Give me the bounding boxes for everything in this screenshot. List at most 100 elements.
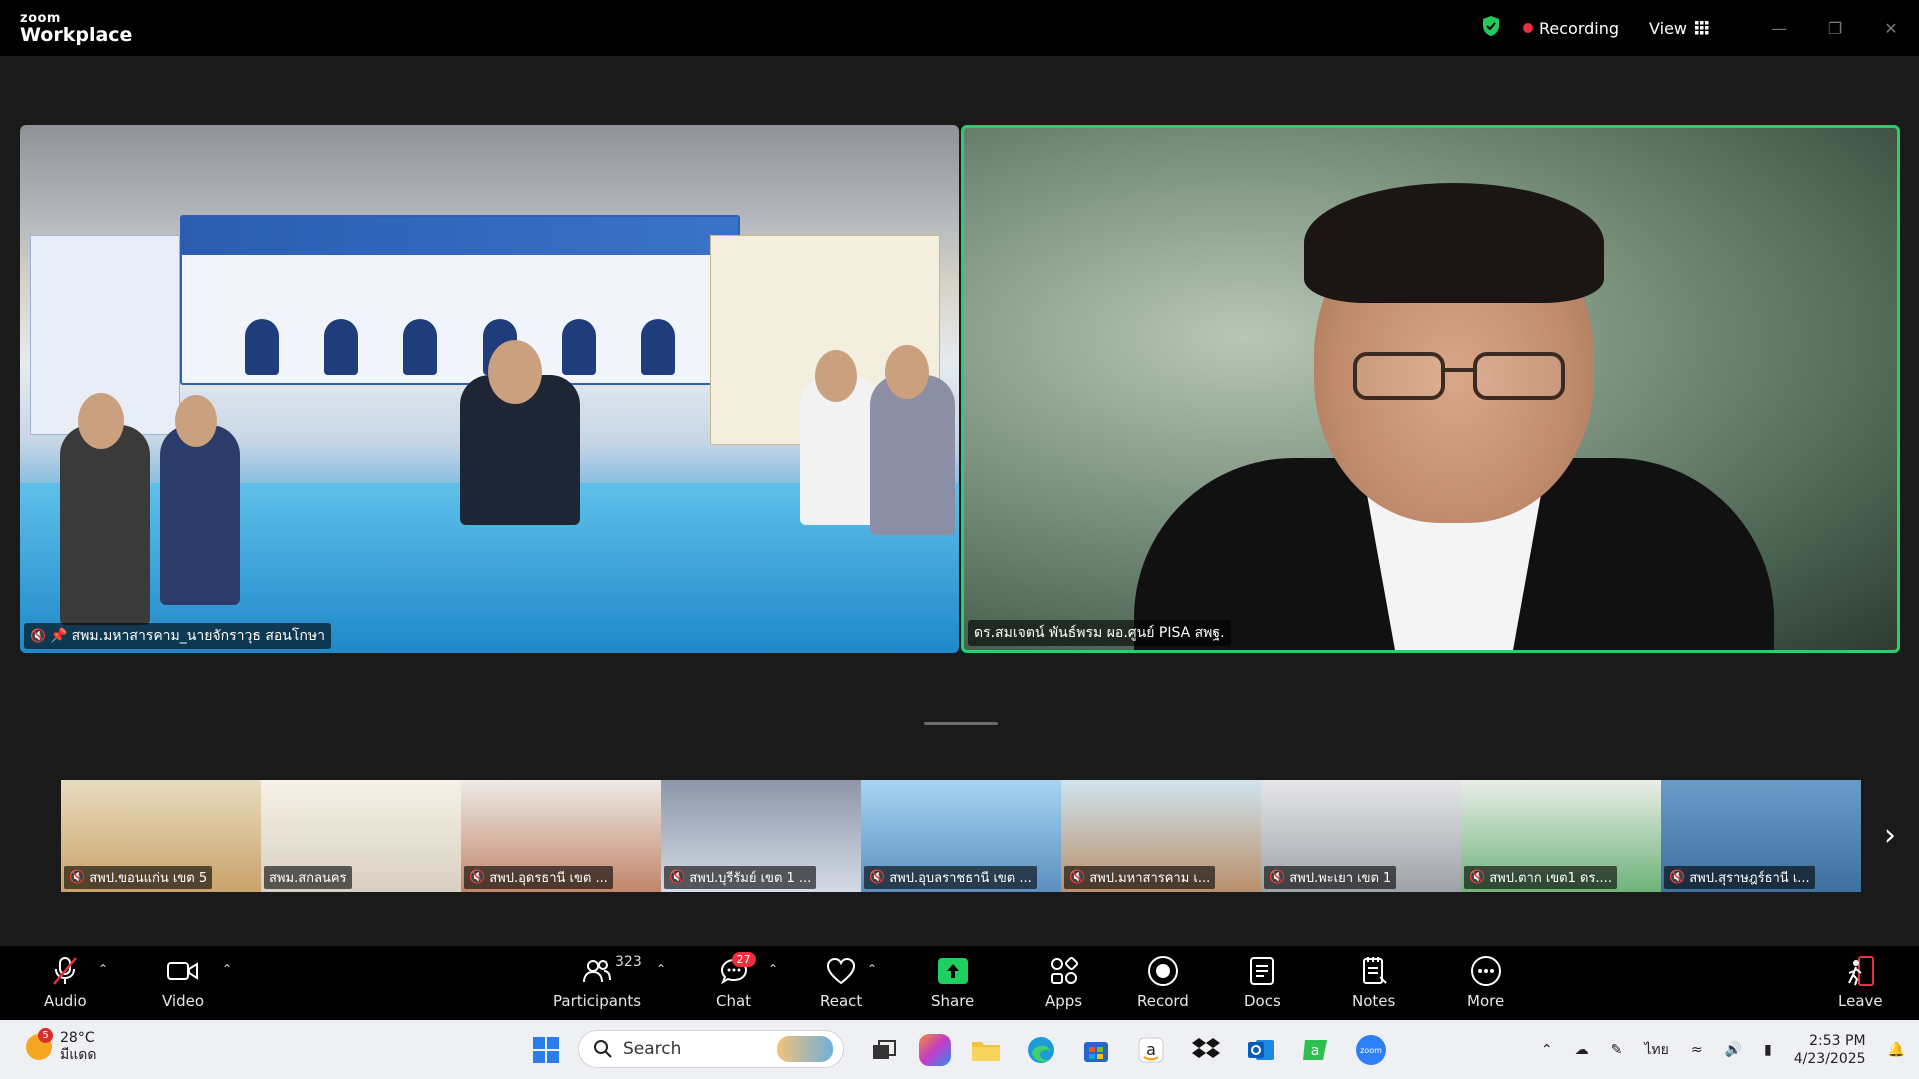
line-app-icon[interactable]: a bbox=[1296, 1030, 1336, 1070]
chat-button[interactable]: 27 Chat bbox=[716, 952, 756, 1010]
title-bar: zoom Workplace Recording View — ❐ ✕ bbox=[0, 0, 1919, 56]
video-button[interactable]: Video bbox=[162, 954, 204, 1010]
grid-icon bbox=[1695, 21, 1709, 35]
video-tile-conference-room[interactable]: 🔇 📌 สพม.มหาสารคาม_นายจักราวุธ สอนโกษา bbox=[20, 125, 959, 653]
thumbnail-tile[interactable]: 🔇 สพป.สุราษฎร์ธานี เ... bbox=[1661, 780, 1861, 892]
minimize-icon[interactable]: — bbox=[1751, 0, 1807, 56]
clock[interactable]: 2:53 PM 4/23/2025 bbox=[1794, 1032, 1866, 1068]
weather-badge: 5 bbox=[38, 1028, 53, 1043]
audio-button[interactable]: Audio bbox=[44, 954, 87, 1010]
svg-text:zoom: zoom bbox=[1360, 1046, 1382, 1055]
thumbnail-tile[interactable]: 🔇 สพป.มหาสารคาม เ... bbox=[1061, 780, 1261, 892]
zoom-app-icon[interactable]: zoom bbox=[1351, 1030, 1391, 1070]
windows-start-icon[interactable] bbox=[526, 1030, 566, 1070]
notes-button[interactable]: Notes bbox=[1352, 954, 1395, 1010]
react-options-caret-icon[interactable]: ⌃ bbox=[867, 962, 877, 976]
chat-options-caret-icon[interactable]: ⌃ bbox=[768, 962, 778, 976]
outlook-icon[interactable] bbox=[1241, 1030, 1281, 1070]
mic-muted-icon: 🔇 bbox=[869, 870, 886, 885]
leave-button[interactable]: Leave bbox=[1838, 954, 1883, 1010]
close-icon[interactable]: ✕ bbox=[1863, 0, 1919, 56]
participants-icon bbox=[583, 954, 612, 988]
onedrive-cloud-icon[interactable]: ☁ bbox=[1575, 1042, 1589, 1058]
share-screen-icon bbox=[937, 958, 968, 984]
video-options-caret-icon[interactable]: ⌃ bbox=[222, 962, 232, 976]
mic-muted-icon: 🔇 bbox=[469, 870, 486, 885]
search-placeholder: Search bbox=[623, 1039, 682, 1059]
taskbar-search[interactable]: Search bbox=[578, 1030, 844, 1068]
weather-widget[interactable]: 5 28°C มีแดด bbox=[26, 1028, 97, 1064]
audio-options-caret-icon[interactable]: ⌃ bbox=[98, 962, 108, 976]
participants-options-caret-icon[interactable]: ⌃ bbox=[656, 962, 666, 976]
mic-muted-icon: 🔇 bbox=[669, 870, 686, 885]
video-name-label: 🔇 📌 สพม.มหาสารคาม_นายจักราวุธ สอนโกษา bbox=[24, 623, 331, 649]
thumbnail-tile[interactable]: 🔇 สพป.ตาก เขต1 ดร.... bbox=[1461, 780, 1661, 892]
chevron-up-icon[interactable]: ⌃ bbox=[1541, 1042, 1553, 1058]
volume-icon[interactable]: 🔊 bbox=[1725, 1042, 1742, 1058]
mic-off-icon bbox=[50, 954, 80, 988]
search-icon bbox=[594, 1040, 612, 1058]
record-icon bbox=[1147, 954, 1179, 988]
thumbnail-tile[interactable]: 🔇 สพป.บุรีรัมย์ เขต 1 ... bbox=[661, 780, 861, 892]
brand-big: Workplace bbox=[20, 24, 133, 46]
sun-weather-icon: 5 bbox=[26, 1028, 53, 1060]
thumbnail-tile[interactable]: 🔇 สพป.อุดรธานี เขต ... bbox=[461, 780, 661, 892]
input-language[interactable]: ไทย bbox=[1644, 1039, 1668, 1061]
apps-button[interactable]: Apps bbox=[1045, 954, 1082, 1010]
file-explorer-icon[interactable] bbox=[966, 1030, 1006, 1070]
restore-icon[interactable]: ❐ bbox=[1807, 0, 1863, 56]
amazon-icon[interactable]: a bbox=[1131, 1030, 1171, 1070]
share-button[interactable]: Share bbox=[931, 954, 974, 1010]
view-button[interactable]: View bbox=[1649, 19, 1709, 38]
chevron-right-icon[interactable]: › bbox=[1884, 818, 1896, 853]
windows-taskbar: 5 28°C มีแดด Search a a zoom ⌃ ☁ ✎ ไทย ≈… bbox=[0, 1020, 1919, 1079]
recording-label: Recording bbox=[1539, 18, 1620, 38]
more-button[interactable]: More bbox=[1467, 954, 1504, 1010]
weather-temp: 28°C bbox=[60, 1030, 95, 1046]
mic-muted-icon: 🔇 bbox=[1069, 870, 1086, 885]
task-view-icon[interactable] bbox=[864, 1030, 904, 1070]
search-highlight-icon bbox=[777, 1036, 833, 1062]
participant-thumbnail-strip: 🔇 สพป.ขอนแก่น เขต 5 สพม.สกลนคร 🔇 สพป.อุดรธ… bbox=[61, 780, 1861, 892]
recording-dot-icon bbox=[1523, 23, 1533, 33]
svg-text:a: a bbox=[1311, 1043, 1320, 1059]
battery-icon[interactable]: ▮ bbox=[1764, 1042, 1772, 1058]
zoom-workplace-logo: zoom Workplace bbox=[20, 12, 132, 45]
chat-unread-badge: 27 bbox=[731, 952, 756, 967]
more-dots-icon bbox=[1470, 954, 1502, 988]
mic-muted-icon: 🔇 bbox=[1669, 870, 1686, 885]
edge-browser-icon[interactable] bbox=[1021, 1030, 1061, 1070]
gallery-resize-handle[interactable] bbox=[924, 722, 998, 725]
weather-desc: มีแดด bbox=[60, 1047, 97, 1063]
heart-icon bbox=[826, 954, 856, 988]
mic-muted-icon: 🔇 bbox=[1469, 870, 1486, 885]
notes-icon bbox=[1360, 954, 1388, 988]
thumbnail-tile[interactable]: สพม.สกลนคร bbox=[261, 780, 461, 892]
clock-time: 2:53 PM bbox=[1809, 1032, 1866, 1049]
room-banner bbox=[180, 215, 740, 385]
react-button[interactable]: React bbox=[820, 954, 862, 1010]
shield-check-icon[interactable] bbox=[1481, 15, 1501, 41]
glasses-shape bbox=[1353, 352, 1565, 400]
notification-bell-icon[interactable]: 🔔 bbox=[1888, 1042, 1905, 1058]
pin-icon: 📌 bbox=[50, 628, 68, 644]
copilot-icon[interactable] bbox=[919, 1034, 951, 1066]
microsoft-store-icon[interactable] bbox=[1076, 1030, 1116, 1070]
video-name-label: ดร.สมเจตน์ พันธ์พรม ผอ.ศูนย์ PISA สพฐ. bbox=[968, 620, 1231, 646]
mic-muted-icon: 🔇 bbox=[1269, 870, 1286, 885]
leave-door-icon bbox=[1845, 954, 1875, 988]
video-tile-active-speaker[interactable]: ดร.สมเจตน์ พันธ์พรม ผอ.ศูนย์ PISA สพฐ. bbox=[961, 125, 1900, 653]
recording-indicator[interactable]: Recording bbox=[1523, 19, 1619, 38]
pen-input-icon[interactable]: ✎ bbox=[1611, 1042, 1623, 1058]
docs-button[interactable]: Docs bbox=[1244, 954, 1281, 1010]
thumbnail-tile[interactable]: 🔇 สพป.ขอนแก่น เขต 5 bbox=[61, 780, 261, 892]
wifi-icon[interactable]: ≈ bbox=[1691, 1042, 1703, 1058]
dropbox-icon[interactable] bbox=[1186, 1030, 1226, 1070]
record-button[interactable]: Record bbox=[1137, 954, 1189, 1010]
thumbnail-tile[interactable]: 🔇 สพป.พะเยา เขต 1 bbox=[1261, 780, 1461, 892]
participants-count: 323 bbox=[615, 954, 642, 970]
svg-text:a: a bbox=[1146, 1040, 1156, 1059]
system-tray: ⌃ ☁ ✎ ไทย ≈ 🔊 ▮ 2:53 PM 4/23/2025 🔔 bbox=[1541, 1020, 1919, 1079]
view-label: View bbox=[1649, 18, 1687, 38]
thumbnail-tile[interactable]: 🔇 สพป.อุบลราชธานี เขต ... bbox=[861, 780, 1061, 892]
